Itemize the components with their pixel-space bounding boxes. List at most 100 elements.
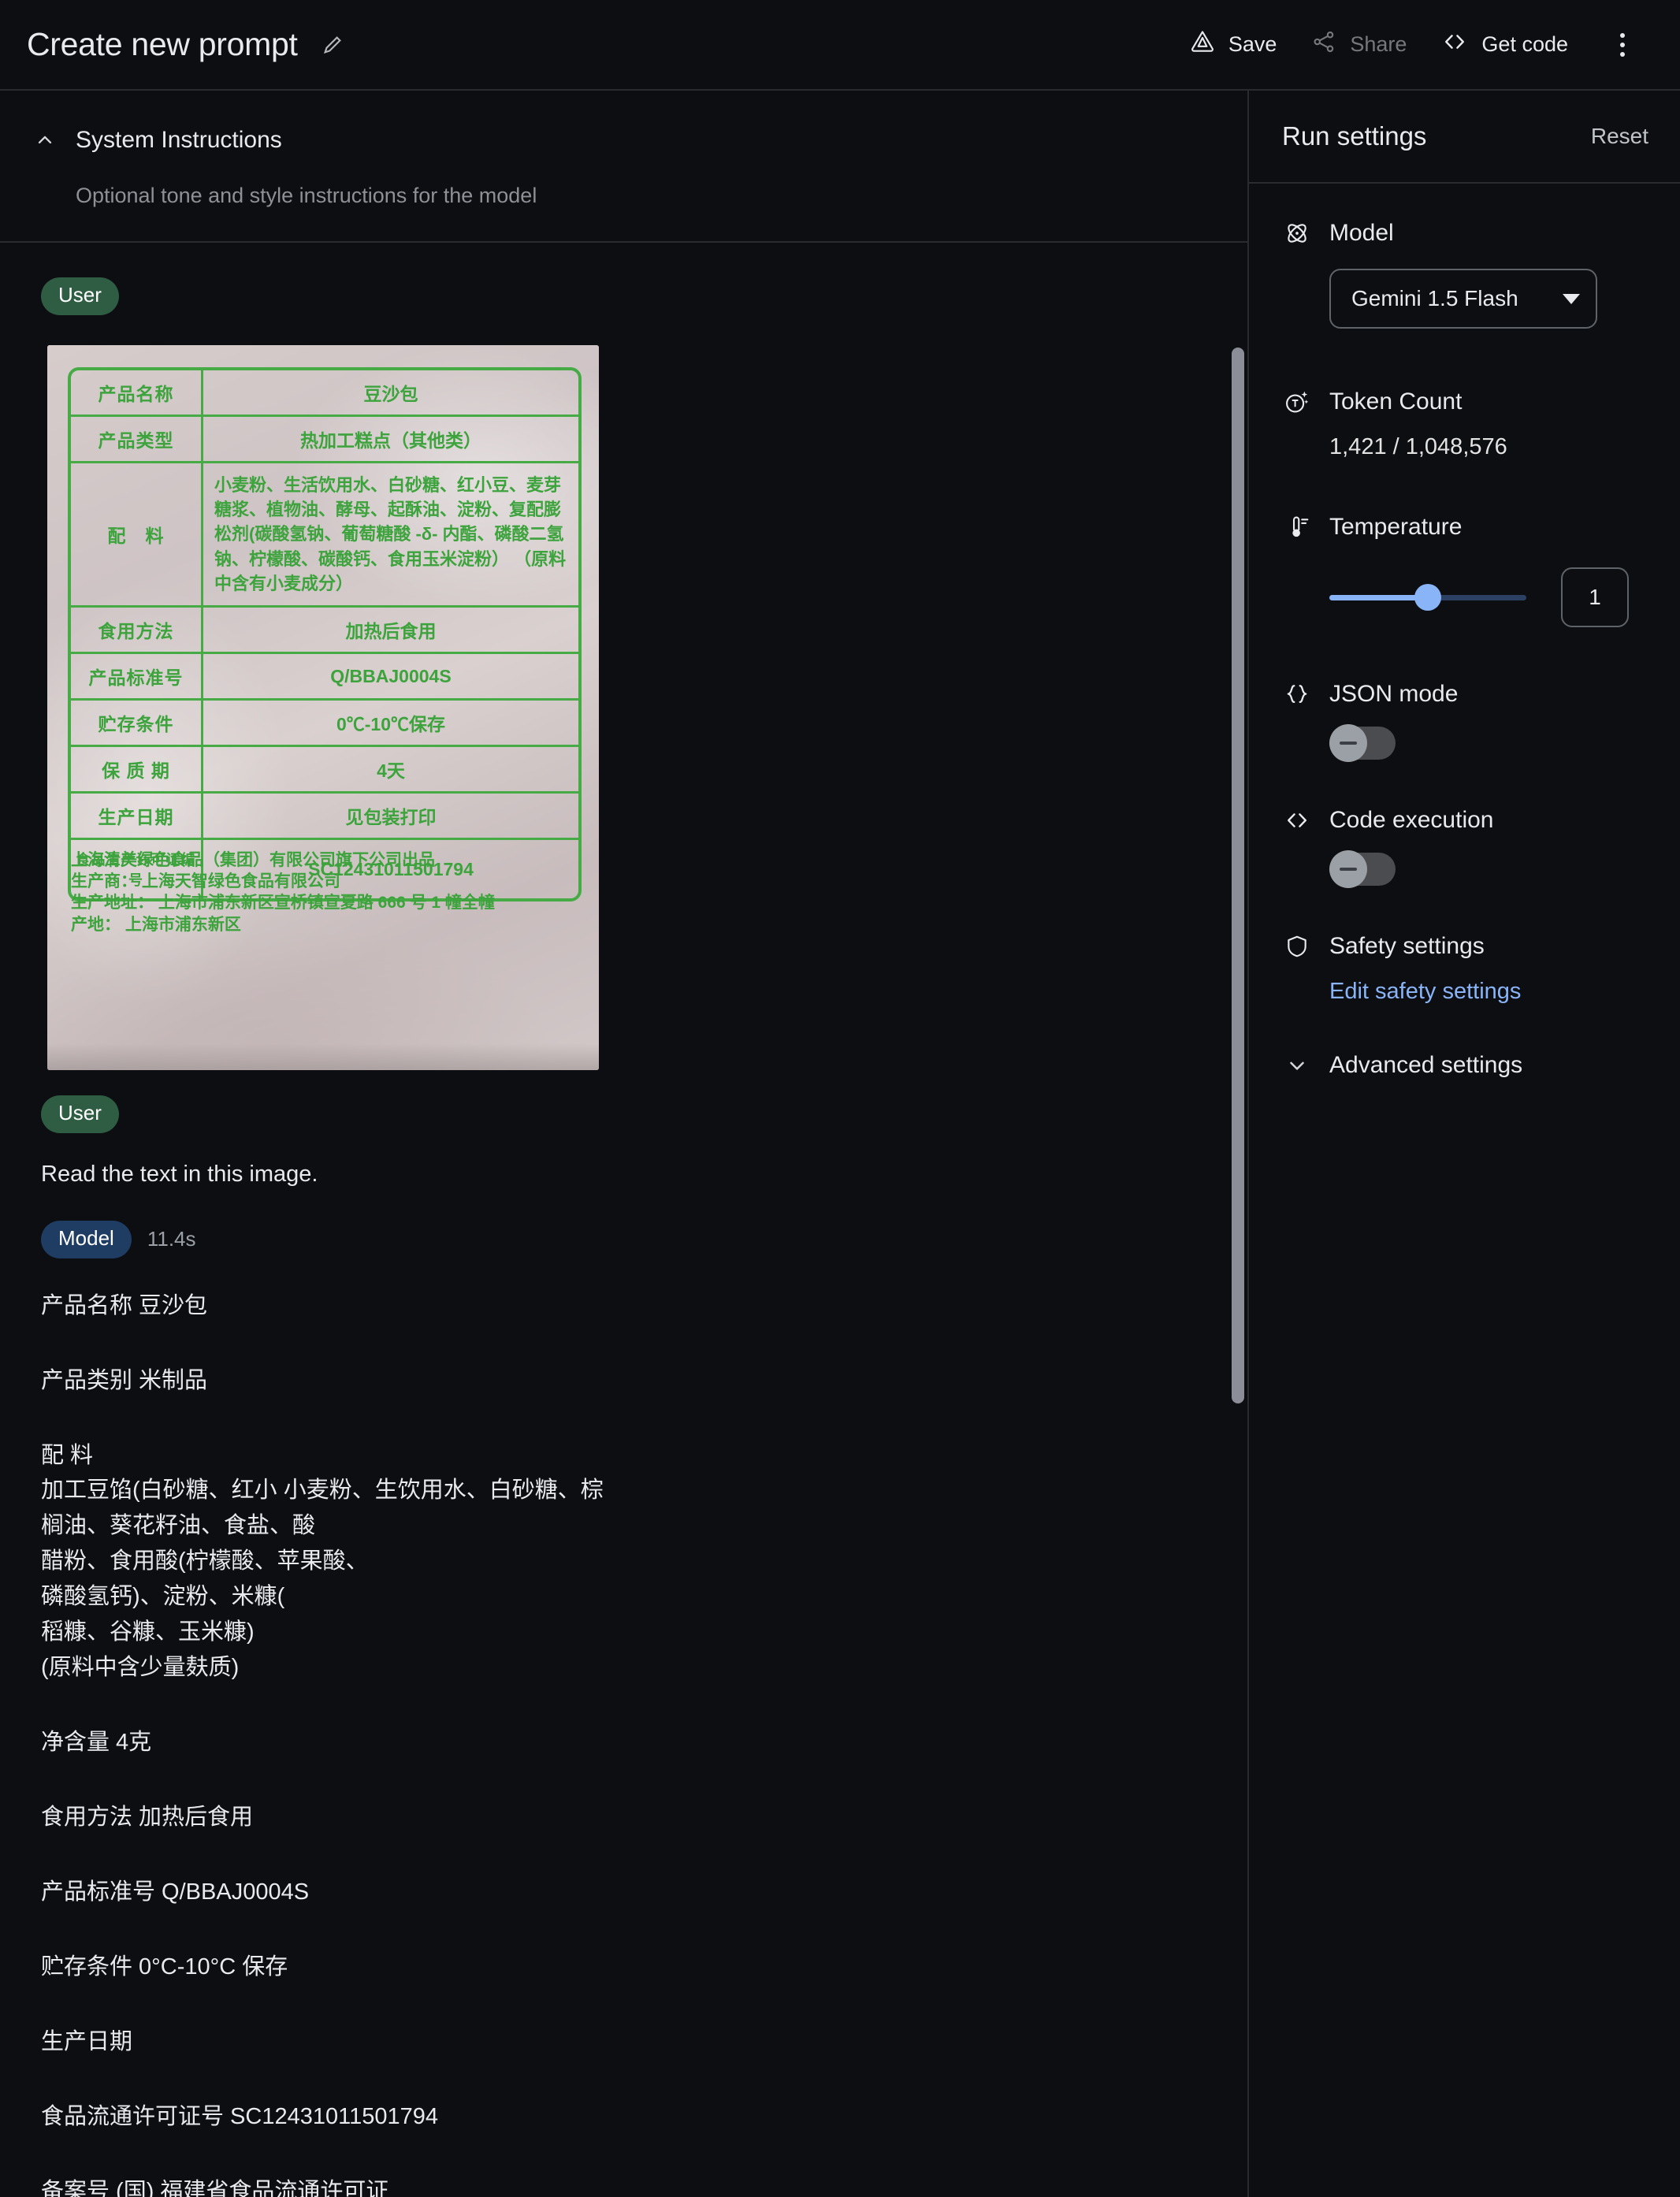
- kebab-dot: [1620, 32, 1625, 38]
- model-response[interactable]: 产品名称 豆沙包 产品类别 米制品 配 料 加工豆馅(白砂糖、红小 小麦粉、生饮…: [41, 1288, 1200, 2197]
- chevron-down-icon: [1282, 1050, 1312, 1080]
- label-value: 热加工糕点（其他类）: [300, 429, 481, 451]
- role-badge-model[interactable]: Model: [41, 1220, 132, 1258]
- label-key: 产品类型: [71, 416, 203, 461]
- response-paragraph: 备案号 (国) 福建省食品流通许可证 编号: 福建省食品流通许可讦: [41, 2178, 389, 2197]
- pencil-icon[interactable]: [315, 28, 350, 62]
- response-paragraph: 产品名称 豆沙包: [41, 1292, 208, 1318]
- toggle-knob: [1329, 724, 1367, 762]
- response-paragraph: 产品类别 米制品: [41, 1367, 208, 1393]
- turn-header: Model 11.4s: [41, 1220, 1200, 1258]
- label-key: 生产日期: [71, 794, 203, 838]
- setting-code-execution: Code execution: [1282, 805, 1648, 888]
- model-select[interactable]: Gemini 1.5 Flash: [1329, 269, 1597, 329]
- response-paragraph: 配 料 加工豆馅(白砂糖、红小 小麦粉、生饮用水、白砂糖、棕 榈油、葵花籽油、食…: [41, 1442, 604, 1681]
- share-button[interactable]: Share: [1294, 18, 1424, 71]
- response-paragraph: 净含量 4克: [41, 1730, 152, 1756]
- setting-model: Model Gemini 1.5 Flash: [1282, 218, 1648, 329]
- label-key: 保 质 期: [71, 747, 203, 792]
- setting-header[interactable]: Advanced settings: [1282, 1050, 1648, 1080]
- edit-safety-settings-link[interactable]: Edit safety settings: [1282, 979, 1521, 1005]
- role-badge-user[interactable]: User: [41, 1095, 119, 1133]
- system-instructions-header[interactable]: System Instructions: [0, 122, 1247, 158]
- save-button[interactable]: Save: [1173, 18, 1295, 71]
- chevron-up-icon[interactable]: [27, 122, 63, 158]
- code-brackets-icon: [1282, 805, 1312, 835]
- label-row: 食用方法 加热后食用: [71, 608, 578, 655]
- photo-inner: 产品名称 豆沙包 产品类型 热加工糕点（其他类） 配 料 小麦粉、生活饮用水、白…: [47, 344, 599, 1070]
- scrollbar-thumb[interactable]: [1232, 348, 1244, 1403]
- temperature-input[interactable]: 1: [1561, 567, 1629, 627]
- get-code-button[interactable]: Get code: [1424, 17, 1585, 72]
- token-count-value: 1,421 / 1,048,576: [1329, 434, 1507, 459]
- label-key: 产品名称: [71, 370, 203, 414]
- title-group: Create new prompt: [27, 26, 350, 63]
- conversation-scrollbar[interactable]: [1227, 243, 1247, 2197]
- slider-fill: [1329, 595, 1428, 600]
- share-label: Share: [1350, 32, 1407, 56]
- run-settings-title: Run settings: [1282, 121, 1427, 151]
- save-label: Save: [1228, 32, 1277, 56]
- label-key: 配 料: [71, 463, 203, 606]
- code-execution-toggle[interactable]: [1329, 850, 1396, 888]
- label-footer-line: 生产地址： 上海市浦东新区宣桥镇宣夏路 666 号 1 幢全幢: [71, 894, 495, 913]
- temperature-slider[interactable]: [1329, 584, 1526, 611]
- label-value: Q/BBAJ0004S: [330, 665, 452, 686]
- toggle-knob: [1329, 850, 1367, 888]
- system-instructions-input[interactable]: Optional tone and style instructions for…: [0, 184, 1247, 208]
- setting-label: Token Count: [1329, 388, 1463, 414]
- photo-bottom-fade: [47, 1043, 599, 1070]
- chevron-down-icon: [1563, 293, 1580, 304]
- setting-header: Token Count: [1282, 387, 1648, 417]
- label-footer: 上海清美绿色食品（集团）有限公司旗下公司出品 生产商： 上海天智绿色食品有限公司…: [71, 849, 588, 935]
- model-select-value: Gemini 1.5 Flash: [1351, 286, 1518, 310]
- thermometer-icon: [1282, 512, 1312, 542]
- atom-model-icon: [1282, 218, 1312, 248]
- label-row: 配 料 小麦粉、生活饮用水、白砂糖、红小豆、麦芽糖浆、植物油、酵母、起酥油、淀粉…: [71, 463, 578, 608]
- response-paragraph: 产品标准号 Q/BBAJ0004S: [41, 1879, 310, 1905]
- setting-header: Model: [1282, 218, 1648, 248]
- kebab-dot: [1620, 51, 1625, 57]
- save-drive-icon: [1190, 29, 1215, 60]
- label-value: 见包装打印: [345, 807, 437, 828]
- setting-header: Code execution: [1282, 805, 1648, 835]
- response-paragraph: 食用方法 加热后食用: [41, 1805, 254, 1831]
- turn-header: User: [41, 277, 1200, 315]
- setting-json-mode: JSON mode: [1282, 679, 1648, 762]
- setting-label: Safety settings: [1329, 933, 1485, 959]
- label-key: 食用方法: [71, 608, 203, 652]
- user-prompt-text[interactable]: Read the text in this image.: [41, 1162, 1200, 1188]
- label-key: 贮存条件: [71, 701, 203, 745]
- top-toolbar: Create new prompt Save Share Get code: [0, 0, 1680, 91]
- label-footer-line: 产地： 上海市浦东新区: [71, 915, 241, 934]
- reset-button[interactable]: Reset: [1591, 124, 1648, 149]
- setting-label: Model: [1329, 220, 1394, 246]
- setting-header: JSON mode: [1282, 679, 1648, 709]
- kebab-dot: [1620, 42, 1625, 47]
- setting-label: JSON mode: [1329, 681, 1459, 707]
- setting-temperature: Temperature 1: [1282, 512, 1648, 627]
- token-sparkle-icon: [1282, 387, 1312, 417]
- code-brackets-icon: [1441, 28, 1468, 61]
- response-paragraph: 贮存条件 0°C-10°C 保存: [41, 1954, 288, 1980]
- label-value: 豆沙包: [363, 383, 418, 404]
- get-code-label: Get code: [1481, 32, 1568, 56]
- conversation-turn-model: Model 11.4s 产品名称 豆沙包 产品类别 米制品 配 料 加工豆馅(白…: [41, 1220, 1200, 2197]
- conversation-area: User 产品名称 豆沙包 产品类型 热加工糕点（其他类） 配 料 小麦粉、生活…: [0, 243, 1247, 2197]
- slider-knob[interactable]: [1414, 584, 1441, 611]
- json-mode-toggle[interactable]: [1329, 724, 1396, 762]
- label-value: 加热后食用: [345, 621, 437, 642]
- shield-icon: [1282, 931, 1312, 961]
- curly-braces-icon: [1282, 679, 1312, 709]
- kebab-menu-icon[interactable]: [1600, 22, 1645, 68]
- setting-advanced[interactable]: Advanced settings: [1282, 1050, 1648, 1080]
- product-label-photo[interactable]: 产品名称 豆沙包 产品类型 热加工糕点（其他类） 配 料 小麦粉、生活饮用水、白…: [47, 344, 599, 1070]
- role-badge-user[interactable]: User: [41, 277, 119, 315]
- share-icon: [1311, 29, 1336, 60]
- system-instructions-panel[interactable]: System Instructions Optional tone and st…: [0, 91, 1247, 243]
- label-value: 小麦粉、生活饮用水、白砂糖、红小豆、麦芽糖浆、植物油、酵母、起酥油、淀粉、复配膨…: [214, 474, 567, 593]
- setting-label: Advanced settings: [1329, 1052, 1523, 1078]
- setting-label: Code execution: [1329, 807, 1494, 833]
